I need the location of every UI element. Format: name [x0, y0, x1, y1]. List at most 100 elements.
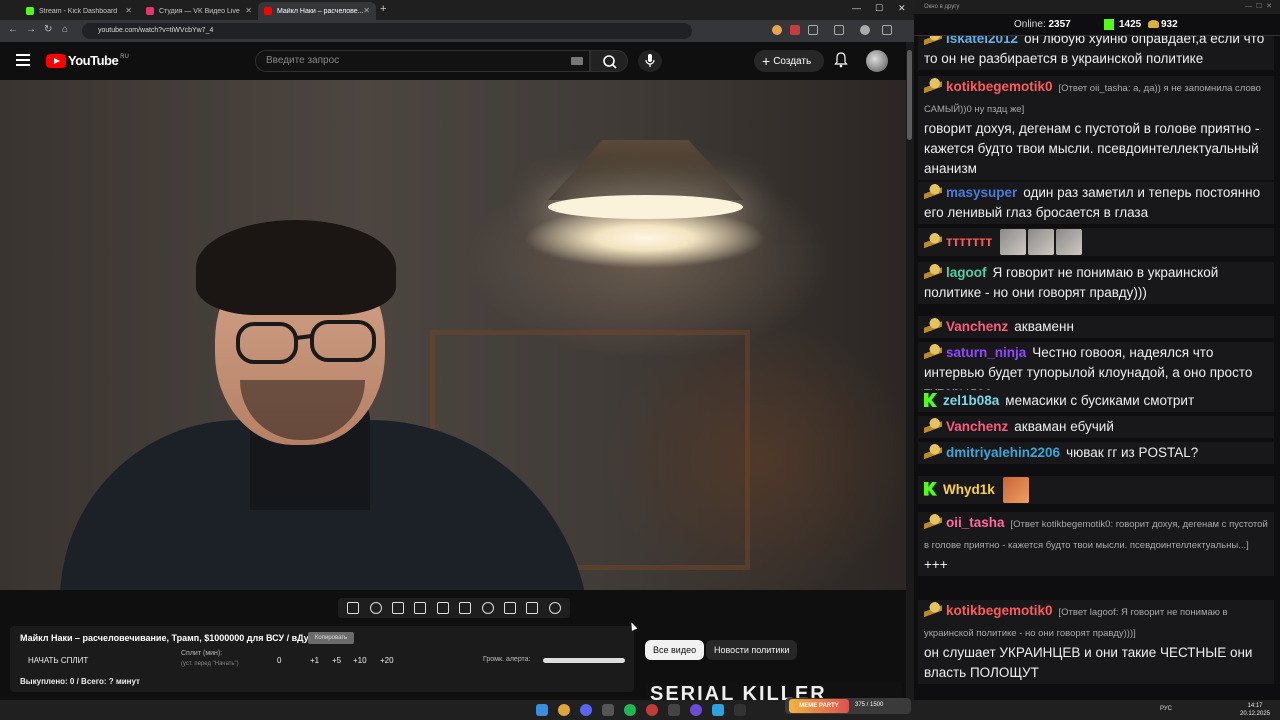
tab-label: Студия — VK Видео Live	[159, 7, 240, 15]
meme-party-widget[interactable]: MEME PARTY 375 / 1500	[785, 698, 911, 714]
menu-hamburger-icon[interactable]	[16, 54, 30, 66]
app-icon[interactable]	[646, 704, 658, 716]
increment-1-button[interactable]: +1	[310, 656, 319, 665]
download-icon[interactable]	[834, 25, 844, 35]
chat-username[interactable]: Vanchenz	[946, 419, 1008, 434]
clock[interactable]: 14:17 20.12.2025	[1240, 702, 1270, 718]
vk-badge-icon	[924, 184, 942, 199]
gear-icon[interactable]	[548, 602, 561, 614]
back-icon[interactable]: ←	[8, 24, 18, 35]
vk-badge-icon	[924, 444, 942, 459]
chat-emote	[1056, 229, 1083, 255]
tab-youtube-video[interactable]: Майкл Наки – расчелове... ✕	[258, 2, 376, 20]
extensions-puzzle-icon[interactable]	[808, 25, 818, 35]
tab-label: Stream - Kick Dashboard	[39, 7, 118, 15]
youtube-logo[interactable]: YouTube RU	[46, 53, 129, 68]
increment-5-button[interactable]: +5	[332, 656, 341, 665]
chat-window-controls[interactable]: — ☐ ✕	[1245, 2, 1272, 10]
minimize-icon[interactable]: —	[852, 3, 861, 13]
app-icon[interactable]	[734, 704, 746, 716]
reload-icon[interactable]: ↻	[44, 24, 52, 35]
video-player[interactable]	[0, 80, 906, 590]
create-button[interactable]: + Создать	[754, 50, 824, 72]
app-icon[interactable]	[602, 704, 614, 716]
notifications-bell-icon[interactable]	[834, 52, 848, 68]
close-window-icon[interactable]: ✕	[898, 3, 906, 14]
scrollbar-thumb[interactable]	[907, 50, 912, 140]
system-tray[interactable]: РУС	[1160, 706, 1172, 712]
video-tools-toolbar	[338, 598, 570, 618]
theater-icon[interactable]	[459, 602, 472, 614]
camera-icon[interactable]	[526, 602, 539, 614]
chat-username[interactable]: masysuper	[946, 185, 1017, 200]
increment-10-button[interactable]: +10	[353, 656, 367, 665]
chat-username[interactable]: dmitriyalehin2206	[946, 445, 1060, 460]
url-field[interactable]: youtube.com/watch?v=tiWVcbYw7_4	[82, 23, 692, 39]
vk-badge-icon	[924, 264, 942, 279]
tab-vk-studio[interactable]: Студия — VK Видео Live ✕	[140, 2, 258, 20]
obs-icon[interactable]	[668, 704, 680, 716]
close-tab-icon[interactable]: ✕	[125, 6, 132, 15]
lamp-shade	[548, 140, 743, 200]
home-icon[interactable]: ⌂	[62, 24, 68, 35]
speed-icon[interactable]	[481, 602, 494, 614]
chip-all-videos[interactable]: Все видео	[645, 640, 705, 660]
chat-username[interactable]: ттттттт	[946, 234, 992, 249]
close-tab-icon[interactable]: ✕	[363, 6, 370, 15]
page-scrollbar[interactable]	[906, 42, 914, 700]
chip-politics-news[interactable]: Новости политики	[706, 640, 798, 660]
bought-minutes: Выкуплено: 0 / Всего: ? минут	[20, 677, 140, 686]
broadcast-icon[interactable]	[369, 602, 382, 614]
telegram-icon[interactable]	[712, 704, 724, 716]
language-indicator[interactable]: РУС	[1160, 706, 1172, 712]
new-tab-button[interactable]: +	[380, 3, 386, 15]
picture-in-picture-icon[interactable]	[436, 602, 449, 614]
start-windows-icon[interactable]	[536, 704, 548, 716]
spotify-icon[interactable]	[624, 704, 636, 716]
keyboard-icon[interactable]	[571, 57, 583, 65]
online-value: 2357	[1048, 19, 1071, 30]
chat-username[interactable]: iskatel2012	[946, 36, 1018, 46]
chat-username[interactable]: zel1b08a	[943, 393, 999, 408]
user-avatar[interactable]	[866, 50, 888, 72]
split-value[interactable]: 0	[277, 656, 281, 665]
profile-icon[interactable]	[860, 25, 870, 35]
alert-volume-slider[interactable]	[543, 658, 625, 663]
vk-badge-icon	[924, 418, 942, 433]
chrome-icon[interactable]	[558, 704, 570, 716]
chat-username[interactable]: kotikbegemotik0	[946, 603, 1053, 618]
menu-kebab-icon[interactable]	[882, 25, 892, 35]
chat-username[interactable]: oii_tasha	[946, 515, 1005, 530]
meme-party-progress: 375 / 1500	[855, 702, 884, 708]
maximize-icon[interactable]: ☐	[875, 3, 883, 14]
chat-username[interactable]: Vanchenz	[946, 319, 1008, 334]
chat-username[interactable]: Whyd1k	[943, 482, 995, 497]
search-input[interactable]: Введите запрос	[255, 50, 590, 72]
chat-message-text: мемасики с бусиками смотрит	[1005, 393, 1195, 408]
voice-search-button[interactable]	[638, 50, 662, 72]
chat-username[interactable]: kotikbegemotik0	[946, 79, 1053, 94]
chat-message-text: акваман ебучий	[1014, 419, 1114, 434]
increment-20-button[interactable]: +20	[380, 656, 394, 665]
forward-icon[interactable]: →	[26, 24, 36, 35]
logo-text: YouTube	[68, 53, 119, 68]
tab-kick-dashboard[interactable]: Stream - Kick Dashboard ✕	[20, 2, 138, 20]
tab-bar: Stream - Kick Dashboard ✕ Студия — VK Ви…	[0, 0, 914, 20]
chat-message: zel1b08a мемасики с бусиками смотрит	[918, 390, 1274, 412]
watch-icon[interactable]	[391, 602, 404, 614]
search-button[interactable]	[590, 50, 628, 72]
add-screen-icon[interactable]	[503, 602, 516, 614]
extension-icon[interactable]	[772, 25, 782, 35]
copy-button[interactable]: Копировать	[308, 632, 354, 644]
chat-username[interactable]: lagoof	[946, 265, 987, 280]
clapper-icon[interactable]	[414, 602, 427, 614]
loop-icon[interactable]	[347, 602, 360, 614]
youtube-header: YouTube RU Введите запрос + Создать	[0, 42, 906, 80]
close-tab-icon[interactable]: ✕	[245, 6, 252, 15]
start-split-button[interactable]: НАЧАТЬ СПЛИТ	[28, 656, 88, 665]
chat-message-text: он слушает УКРАИНЦЕВ и они такие ЧЕСТНЫЕ…	[924, 645, 1253, 680]
extension-icon[interactable]	[790, 25, 800, 35]
discord-icon[interactable]	[580, 704, 592, 716]
chat-username[interactable]: saturn_ninja	[946, 345, 1026, 360]
app-icon[interactable]	[690, 704, 702, 716]
